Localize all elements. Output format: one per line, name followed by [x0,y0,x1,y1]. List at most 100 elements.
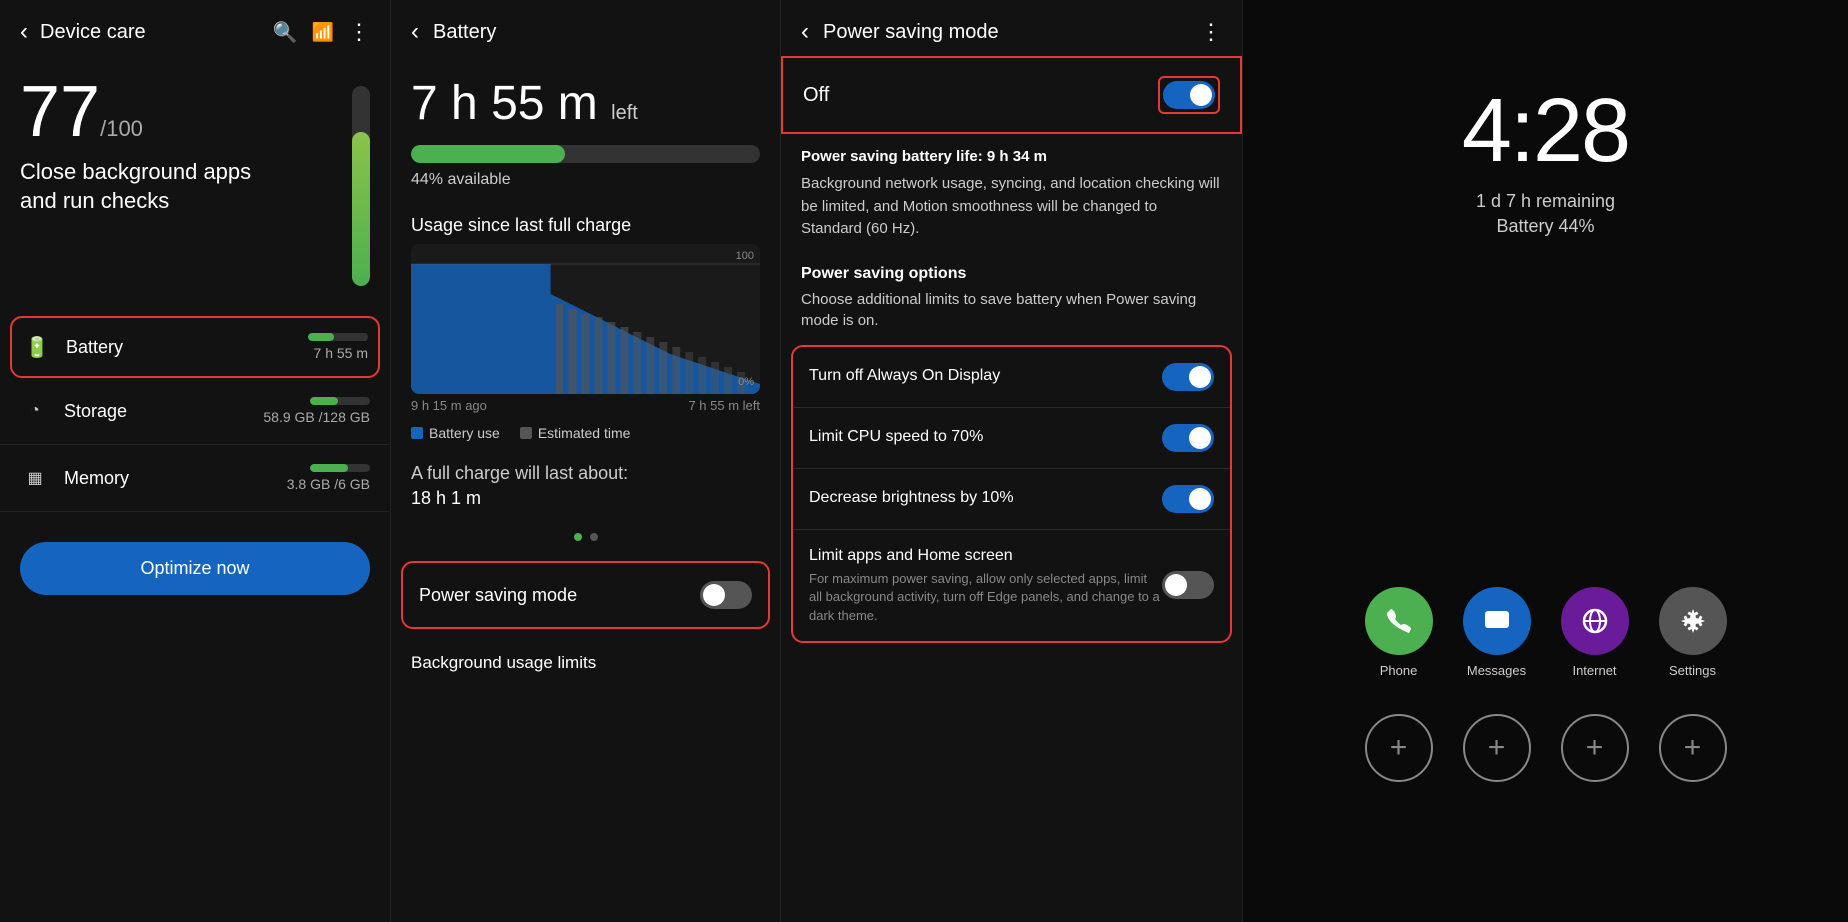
score-gauge [352,86,370,286]
storage-icon: ◔ [20,396,50,426]
battery-progress-fill [411,145,565,163]
chart-y-min: 0% [738,376,754,388]
cpu-speed-toggle[interactable] [1162,424,1214,452]
items-list: 🔋 Battery 7 h 55 m ◔ Storage 58.9 GB /12… [0,316,390,512]
add-button-1[interactable]: + [1365,714,1433,782]
storage-label: Storage [64,401,263,422]
battery-time: 7 h 55 m left [391,56,780,131]
power-saving-panel: ‹ Power saving mode ⋮ Off Power saving b… [780,0,1242,922]
add-button-3[interactable]: + [1561,714,1629,782]
main-power-toggle[interactable] [1163,81,1215,109]
battery-available: 44% available [391,163,780,197]
storage-right: 58.9 GB /128 GB [263,397,370,425]
storage-value: 58.9 GB /128 GB [263,409,370,425]
panel3-header: ‹ Power saving mode ⋮ [781,0,1242,56]
score-number: 77 [20,72,100,152]
battery-item[interactable]: 🔋 Battery 7 h 55 m [10,316,380,378]
messages-label: Messages [1467,663,1526,678]
power-saving-label: Power saving mode [419,585,577,606]
legend-estimated-label: Estimated time [538,425,631,441]
app-row-1: Phone Messages [1365,587,1727,678]
battery-right: 7 h 55 m [308,333,368,361]
always-on-display-label: Turn off Always On Display [809,366,1162,387]
power-saving-row[interactable]: Power saving mode [401,561,770,629]
add-button-4[interactable]: + [1659,714,1727,782]
limit-apps-row[interactable]: Limit apps and Home screen For maximum p… [793,530,1230,641]
back-icon[interactable]: ‹ [801,18,809,46]
battery-time-value: 7 h 55 m [411,77,598,130]
memory-value: 3.8 GB /6 GB [287,476,370,492]
battery-progress-bar [411,145,760,163]
legend-battery-label: Battery use [429,425,500,441]
memory-bar-fill [310,464,348,472]
internet-app[interactable]: Internet [1561,587,1629,678]
battery-label: Battery [66,337,308,358]
full-charge-label: A full charge will last about: [411,463,760,484]
battery-life-text: Power saving battery life: 9 h 34 m [781,134,1242,173]
limit-apps-toggle[interactable] [1162,571,1214,599]
always-on-display-toggle[interactable] [1162,363,1214,391]
brightness-label: Decrease brightness by 10% [809,488,1162,509]
brightness-row[interactable]: Decrease brightness by 10% [793,469,1230,530]
legend-battery-dot [411,427,423,439]
main-toggle-row: Off [781,56,1242,134]
phone-label: Phone [1380,663,1418,678]
storage-bar-fill [310,397,338,405]
background-usage[interactable]: Background usage limits [391,639,780,687]
settings-app[interactable]: Settings [1659,587,1727,678]
lock-screen-panel: 4:28 1 d 7 h remaining Battery 44% Phone [1242,0,1848,922]
score-max: /100 [100,116,143,141]
memory-item[interactable]: ▦ Memory 3.8 GB /6 GB [0,445,390,512]
battery-time-label: left [611,102,638,124]
toggle-thumb [703,584,725,606]
power-saving-toggle[interactable] [700,581,752,609]
phone-app[interactable]: Phone [1365,587,1433,678]
search-icon[interactable]: 🔍 [273,20,298,45]
legend-estimated-dot [520,427,532,439]
lock-time: 4:28 [1462,80,1629,183]
toggle-border-box [1158,76,1220,114]
add-buttons-row: + + + + [1365,714,1727,782]
back-icon[interactable]: ‹ [411,18,419,46]
brightness-toggle[interactable] [1162,485,1214,513]
chart-y-max: 100 [736,250,754,262]
battery-bar [308,333,368,341]
score-area: 77/100 Close background appsand run chec… [0,56,390,296]
options-title: Power saving options [781,255,1242,289]
panel2-header: ‹ Battery [391,0,780,56]
score-description: Close background appsand run checks [20,158,251,215]
main-toggle-thumb [1190,84,1212,106]
messages-app[interactable]: Messages [1463,587,1531,678]
app-dock: Phone Messages [1243,587,1848,782]
settings-icon [1659,587,1727,655]
more-icon[interactable]: ⋮ [348,19,370,45]
page-title: Device care [40,21,146,44]
battery-chart: 100 0% [411,244,760,394]
chart-x-right: 7 h 55 m left [688,398,760,413]
dot-1 [574,533,582,541]
storage-item[interactable]: ◔ Storage 58.9 GB /128 GB [0,378,390,445]
panel1-header: ‹ Device care 🔍 📶 ⋮ [0,0,390,56]
back-icon[interactable]: ‹ [20,18,28,46]
add-button-2[interactable]: + [1463,714,1531,782]
more-icon[interactable]: ⋮ [1200,19,1222,45]
battery-panel: ‹ Battery 7 h 55 m left 44% available Us… [390,0,780,922]
optimize-button[interactable]: Optimize now [20,542,370,595]
lock-battery: Battery 44% [1496,216,1594,237]
memory-label: Memory [64,468,287,489]
limit-apps-sublabel: For maximum power saving, allow only sel… [809,570,1162,625]
legend-battery-use: Battery use [411,425,500,441]
device-care-panel: ‹ Device care 🔍 📶 ⋮ 77/100 Close backgro… [0,0,390,922]
always-on-display-row[interactable]: Turn off Always On Display [793,347,1230,408]
chart-x-left: 9 h 15 m ago [411,398,487,413]
internet-label: Internet [1572,663,1616,678]
memory-right: 3.8 GB /6 GB [287,464,370,492]
carousel-dots [391,523,780,551]
options-description: Choose additional limits to save battery… [781,289,1242,345]
limit-apps-label: Limit apps and Home screen [809,546,1162,567]
battery-icon: 🔋 [22,332,52,362]
cpu-speed-row[interactable]: Limit CPU speed to 70% [793,408,1230,469]
signal-icon: 📶 [312,22,334,43]
memory-bar [310,464,370,472]
battery-value: 7 h 55 m [314,345,368,361]
